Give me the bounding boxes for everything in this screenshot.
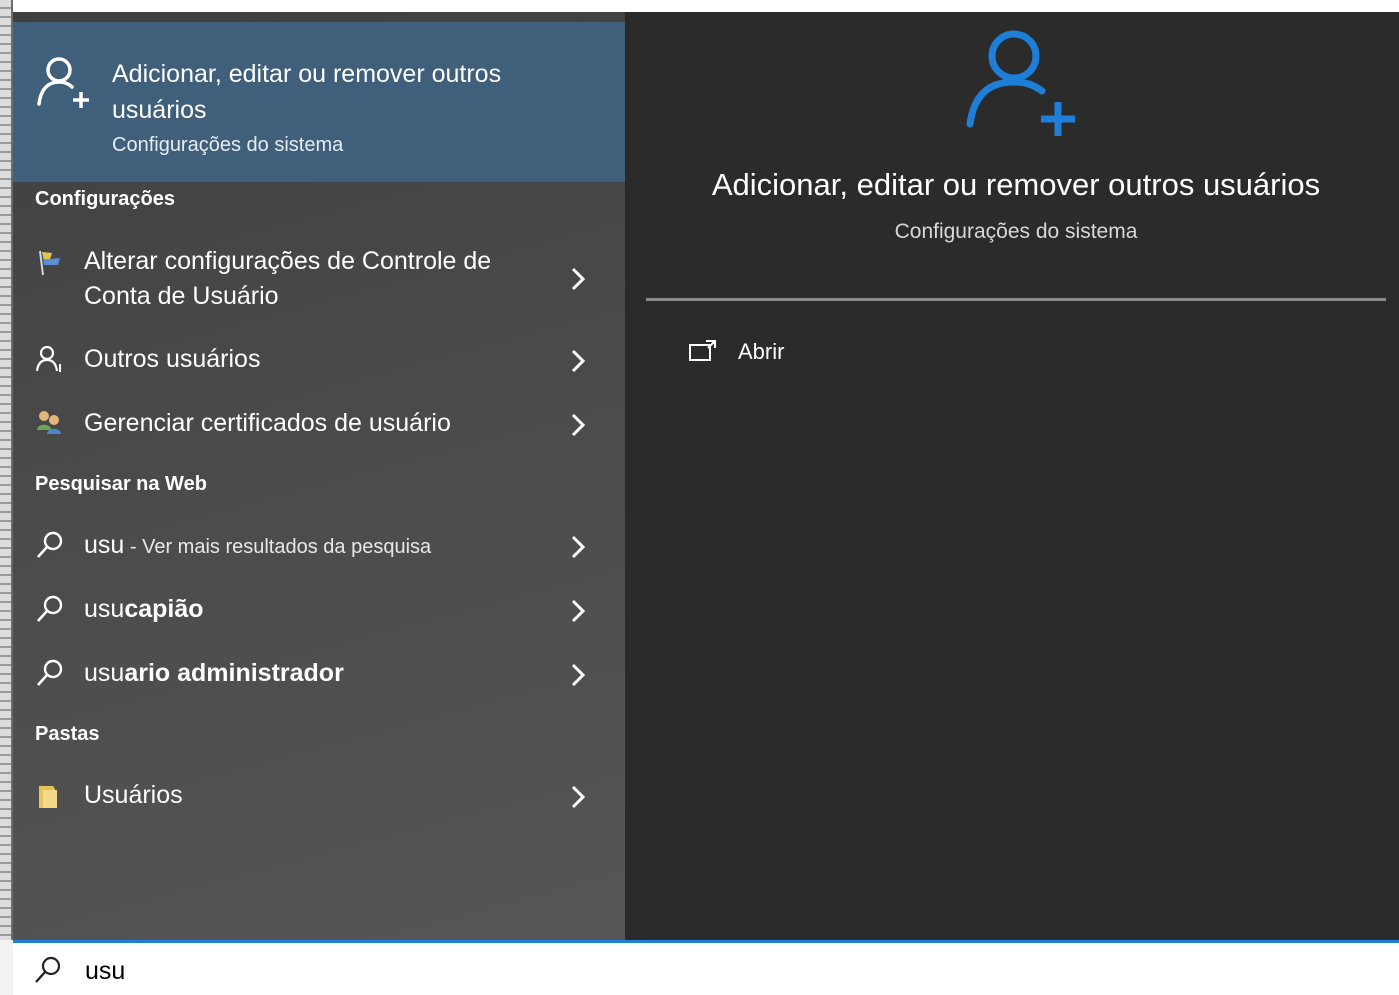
panel-gap (625, 12, 646, 940)
result-label: Alterar configurações de Controle de Con… (84, 247, 492, 310)
certificates-icon (37, 411, 61, 434)
preview-title: Adicionar, editar ou remover outros usuá… (711, 167, 1321, 202)
windows-search-window: Adicionar, editar ou remover outros usuá… (0, 0, 1399, 995)
result-manage-certificates[interactable]: Gerenciar certificados de usuário (13, 404, 625, 448)
search-icon (37, 531, 63, 558)
search-icon (37, 659, 63, 686)
background-edge (0, 0, 13, 940)
web-result-usuario-administrador[interactable]: usuario administrador (13, 654, 625, 698)
folder-result-usuarios[interactable]: Usuários (13, 776, 625, 820)
best-match-subtitle: Configurações do sistema (112, 134, 344, 156)
preview-subtitle: Configurações do sistema (894, 220, 1138, 243)
chevron-right-icon[interactable] (569, 266, 587, 292)
chevron-right-icon[interactable] (569, 348, 587, 374)
open-action[interactable]: Abrir (688, 337, 888, 371)
search-input[interactable] (83, 951, 687, 991)
chevron-right-icon[interactable] (569, 662, 587, 688)
user-icon (35, 345, 61, 372)
preview-divider (646, 298, 1386, 301)
search-icon (37, 595, 63, 622)
result-uac-settings[interactable]: Alterar configurações de Controle de Con… (13, 244, 625, 316)
query-prefix: usu (84, 595, 125, 623)
folder-icon (39, 786, 57, 808)
query-suffix: ario administrador (124, 659, 344, 687)
best-match-title: Adicionar, editar ou remover outros usuá… (112, 60, 502, 124)
section-title-web: Pesquisar na Web (35, 473, 207, 495)
result-label: usu - Ver mais resultados da pesquisa (84, 528, 544, 565)
result-label: usucapião (84, 592, 544, 627)
open-window-icon (689, 340, 716, 361)
result-label: usuario administrador (84, 656, 544, 691)
query-prefix: usu (84, 531, 125, 559)
search-bar[interactable] (13, 940, 1399, 995)
open-action-label: Abrir (738, 339, 785, 364)
section-title-settings: Configurações (35, 188, 176, 210)
chevron-right-icon[interactable] (569, 784, 587, 810)
chevron-right-icon[interactable] (569, 534, 587, 560)
best-match-result[interactable]: Adicionar, editar ou remover outros usuá… (13, 22, 625, 182)
result-label: Gerenciar certificados de usuário (84, 409, 451, 437)
user-add-icon (966, 30, 1075, 136)
section-title-folders: Pastas (35, 723, 100, 745)
web-result-usucapiao[interactable]: usucapião (13, 590, 625, 634)
top-strip (13, 0, 1399, 12)
result-other-users[interactable]: Outros usuários (13, 340, 625, 384)
query-suffix: capião (124, 595, 204, 623)
chevron-right-icon[interactable] (569, 598, 587, 624)
chevron-right-icon[interactable] (569, 412, 587, 438)
user-add-icon (37, 57, 89, 108)
search-results-panel: Adicionar, editar ou remover outros usuá… (13, 12, 625, 940)
preview-panel: Adicionar, editar ou remover outros usuá… (646, 12, 1399, 940)
result-label: Outros usuários (84, 345, 261, 373)
query-suffix: - Ver mais resultados da pesquisa (124, 536, 432, 558)
search-icon (35, 956, 61, 983)
query-prefix: usu (84, 659, 125, 687)
uac-flag-icon (39, 250, 60, 276)
web-result-more[interactable]: usu - Ver mais resultados da pesquisa (13, 526, 625, 570)
result-label: Usuários (84, 781, 183, 809)
